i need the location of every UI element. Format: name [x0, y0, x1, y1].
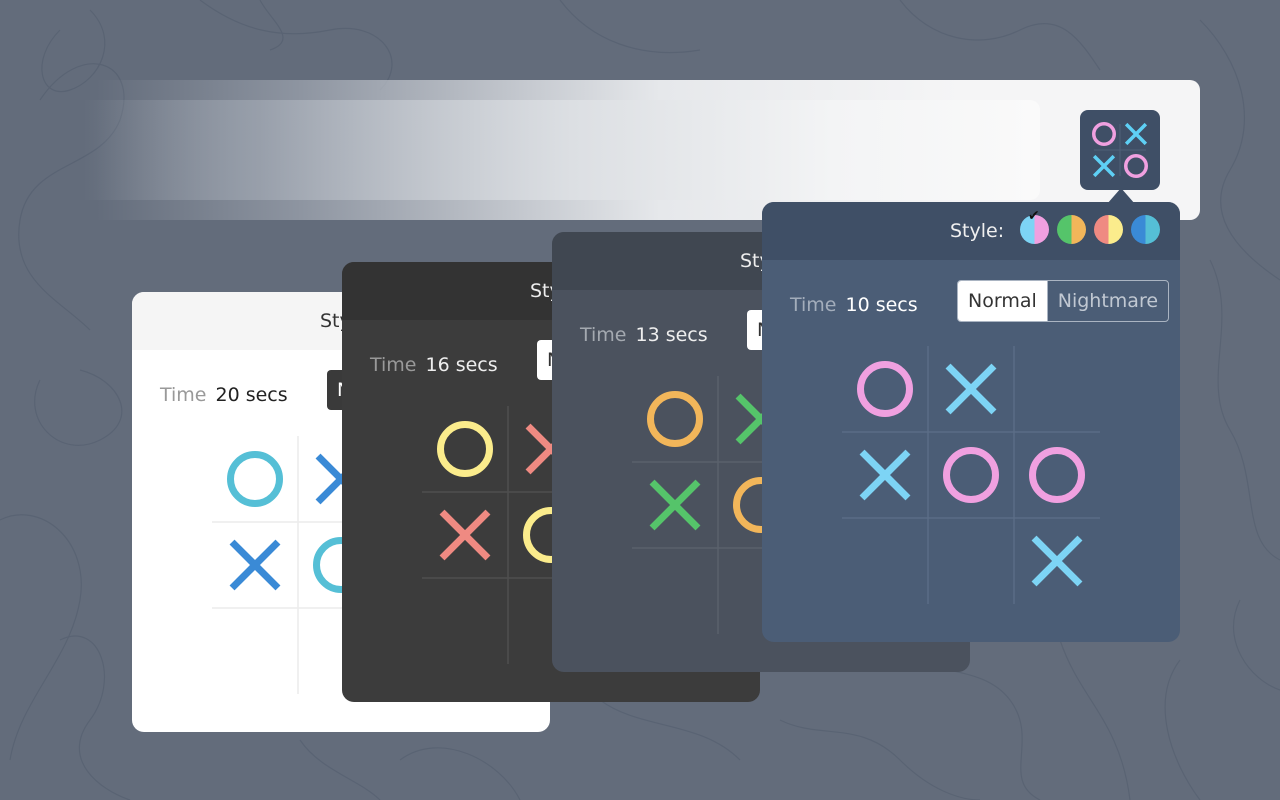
time-label: Time: [370, 354, 417, 376]
panel-header: Style: ✔: [762, 202, 1180, 260]
tic-tac-toe-icon: [1092, 122, 1148, 178]
time-value: 16 secs: [425, 354, 498, 376]
game-board[interactable]: [842, 346, 1100, 604]
o-mark: [1092, 122, 1116, 146]
o-mark: [1124, 154, 1148, 178]
timer: Time 16 secs: [370, 354, 498, 376]
board-cell[interactable]: [212, 608, 298, 694]
mode-normal-button[interactable]: Normal: [958, 281, 1047, 321]
board-cell[interactable]: [212, 436, 298, 522]
address-bar[interactable]: [0, 100, 1040, 200]
board-cell[interactable]: [1014, 432, 1100, 518]
board-cell[interactable]: [928, 518, 1014, 604]
board-cell[interactable]: [928, 432, 1014, 518]
time-label: Time: [160, 384, 207, 406]
timer: Time 20 secs: [160, 384, 288, 406]
x-mark: [1124, 122, 1148, 146]
style-swatch-red-yellow[interactable]: [1094, 215, 1123, 244]
timer: Time 13 secs: [580, 324, 708, 346]
style-swatch-green-orange[interactable]: [1057, 215, 1086, 244]
time-label: Time: [580, 324, 627, 346]
board-cell[interactable]: [1014, 346, 1100, 432]
time-value: 13 secs: [635, 324, 708, 346]
checkmark-icon: ✔: [1028, 208, 1040, 224]
mode-nightmare-button[interactable]: Nightmare: [1046, 281, 1168, 321]
board-cell[interactable]: [422, 578, 508, 664]
style-label: Style:: [950, 220, 1005, 242]
time-label: Time: [790, 294, 837, 316]
board-cell[interactable]: [842, 346, 928, 432]
timer: Time 10 secs: [790, 294, 918, 316]
style-swatch-blue-pink[interactable]: ✔: [1020, 209, 1049, 244]
game-panel-navy: Style: ✔ Time 10 secs Normal Nightmare: [762, 202, 1180, 642]
style-swatch-blue-cyan[interactable]: [1131, 215, 1160, 244]
x-mark: [1092, 154, 1116, 178]
extension-button[interactable]: [1080, 110, 1160, 190]
time-value: 10 secs: [845, 294, 918, 316]
time-value: 20 secs: [215, 384, 288, 406]
style-swatches: ✔: [1020, 209, 1160, 244]
board-cell[interactable]: [842, 518, 928, 604]
mode-toggle: Normal Nightmare: [957, 280, 1170, 322]
board-cell[interactable]: [632, 376, 718, 462]
board-cell[interactable]: [422, 406, 508, 492]
board-cell[interactable]: [632, 548, 718, 634]
